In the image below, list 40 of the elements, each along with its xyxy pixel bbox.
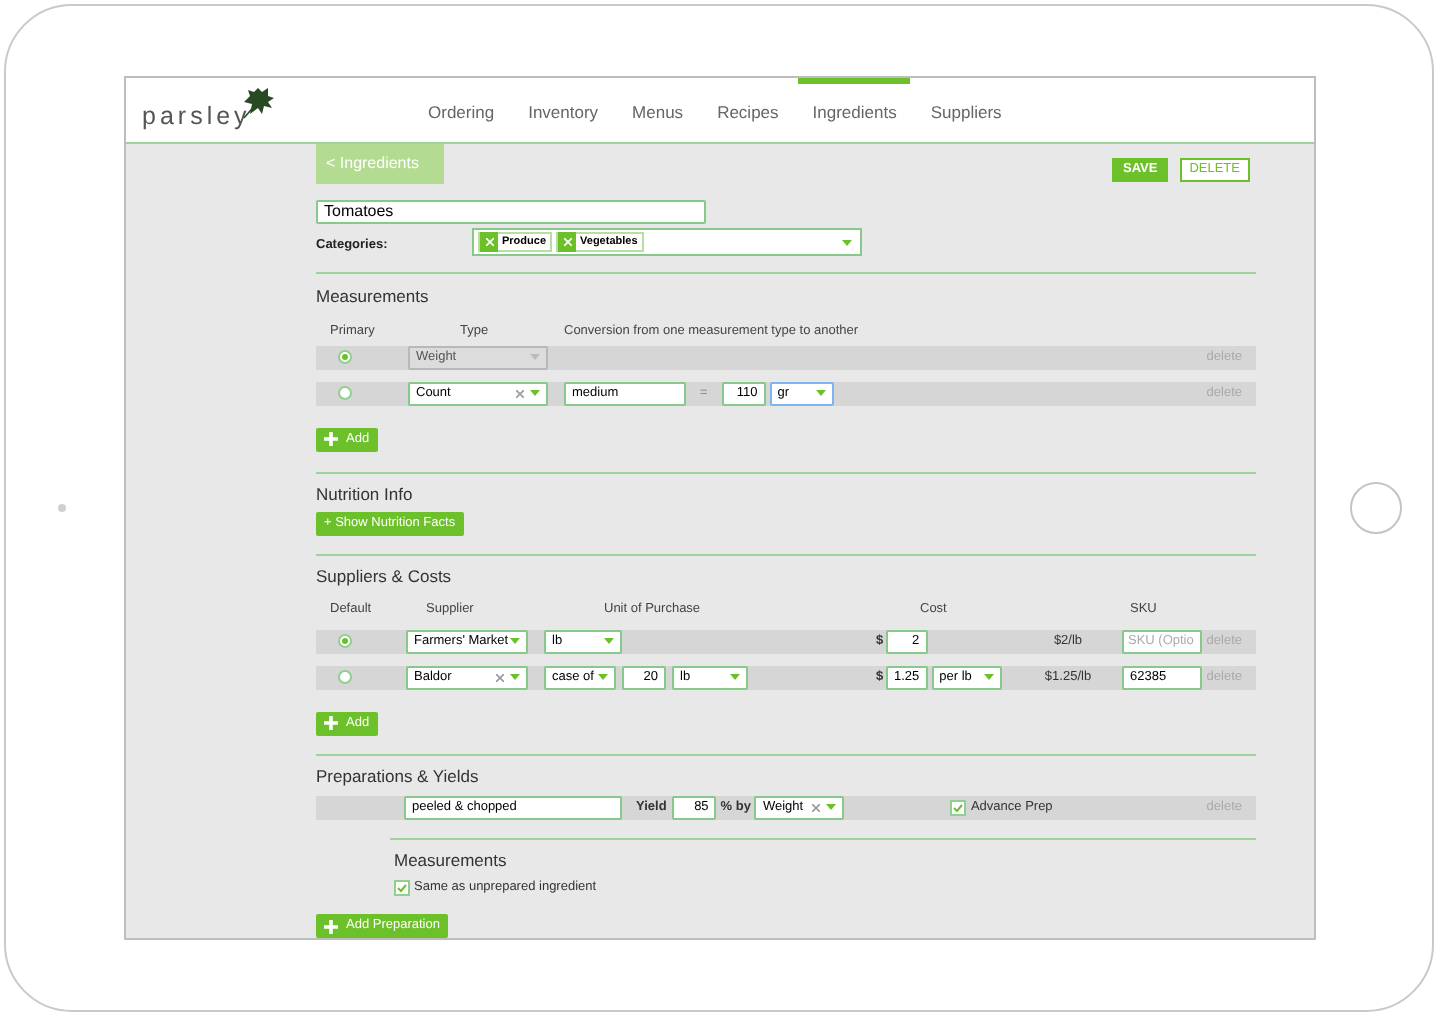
nav-tab[interactable]: Recipes bbox=[703, 78, 793, 142]
clear-icon[interactable] bbox=[812, 803, 821, 811]
caret-icon bbox=[815, 390, 826, 396]
nav-tab[interactable]: Menus bbox=[618, 78, 698, 142]
caret-icon bbox=[826, 804, 837, 810]
home-button[interactable] bbox=[1349, 482, 1401, 534]
plus-icon bbox=[324, 716, 338, 731]
section-title: Measurements bbox=[394, 847, 509, 873]
radio-button[interactable] bbox=[338, 670, 352, 685]
plus-icon bbox=[324, 919, 338, 933]
caret-icon bbox=[983, 674, 994, 681]
nav-tab[interactable]: Suppliers bbox=[916, 78, 1016, 142]
remove-tag-icon[interactable] bbox=[558, 232, 577, 252]
remove-tag-icon[interactable] bbox=[480, 232, 498, 252]
caret-icon bbox=[598, 674, 608, 681]
logo: parsley bbox=[142, 99, 251, 134]
nav-tab[interactable]: Inventory bbox=[514, 78, 613, 142]
nav-tab[interactable]: Ordering bbox=[414, 78, 509, 142]
plus-icon bbox=[324, 432, 338, 446]
leaf-icon bbox=[242, 85, 277, 119]
section-title: Preparations & Yields bbox=[316, 763, 481, 789]
section-title: Measurements bbox=[316, 284, 431, 310]
camera-icon bbox=[57, 504, 65, 512]
clear-icon[interactable] bbox=[516, 389, 524, 397]
caret-icon bbox=[510, 674, 520, 681]
checkbox[interactable] bbox=[950, 799, 967, 815]
radio-button[interactable] bbox=[338, 386, 352, 400]
clear-icon[interactable] bbox=[496, 673, 504, 682]
caret-icon bbox=[730, 674, 740, 681]
caret-icon bbox=[842, 239, 852, 245]
radio-button[interactable] bbox=[338, 634, 352, 649]
caret-icon bbox=[530, 390, 540, 396]
section-title: Suppliers & Costs bbox=[316, 564, 454, 590]
section-title: Nutrition Info bbox=[316, 481, 415, 507]
nav-tab[interactable]: Ingredients bbox=[798, 78, 911, 142]
input-field[interactable]: Tomatoes bbox=[316, 200, 706, 224]
caret-icon bbox=[604, 638, 614, 645]
caret-icon bbox=[530, 354, 540, 360]
checkbox[interactable] bbox=[394, 880, 410, 897]
caret-icon bbox=[510, 638, 520, 645]
